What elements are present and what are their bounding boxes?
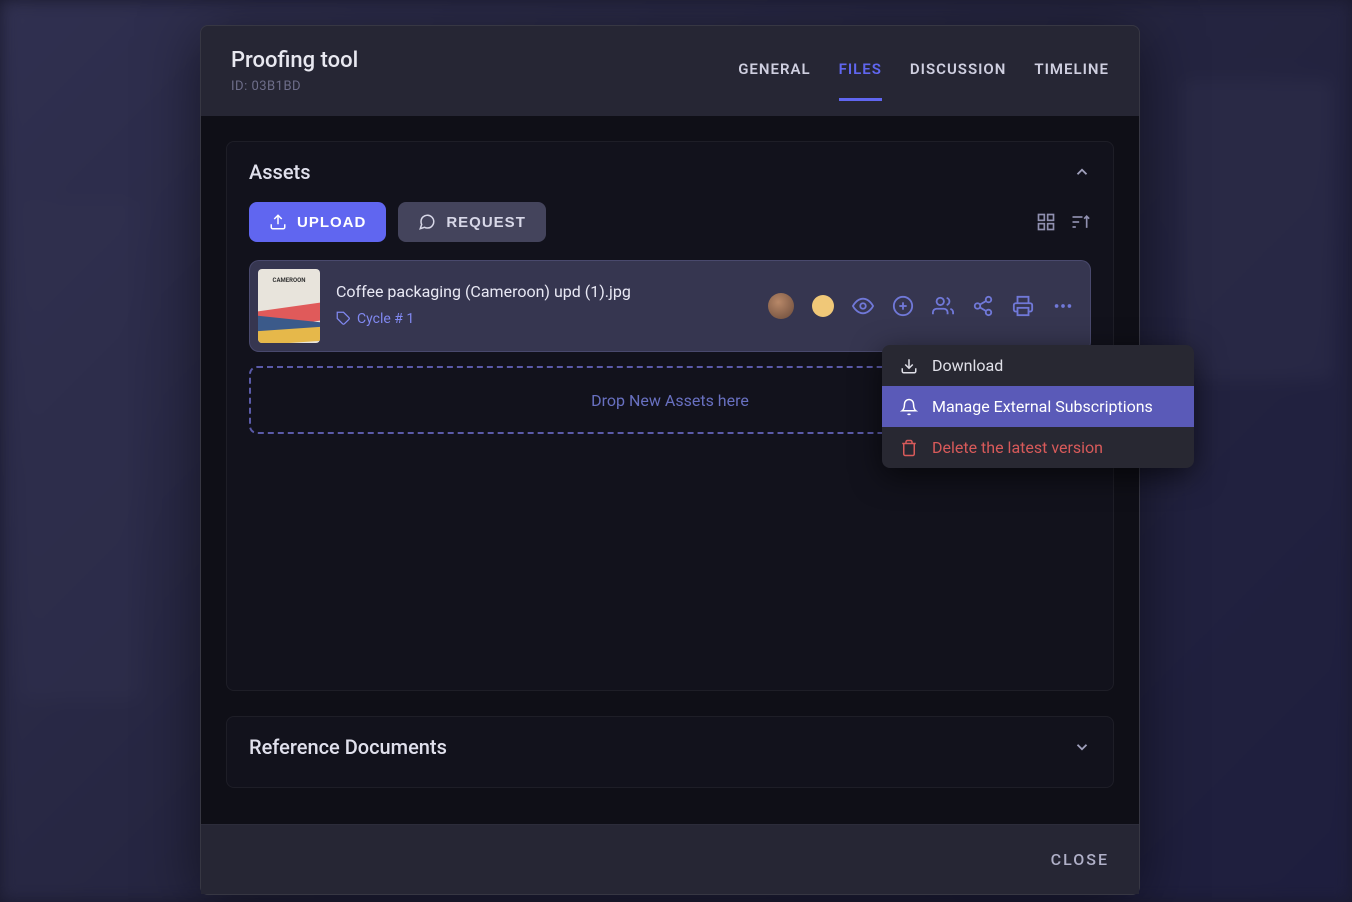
share-icon[interactable] bbox=[972, 295, 994, 317]
trash-icon bbox=[900, 439, 918, 457]
sort-icon bbox=[1070, 212, 1090, 232]
add-icon[interactable] bbox=[892, 295, 914, 317]
thumb-label: CAMEROON bbox=[258, 277, 320, 284]
sort-button[interactable] bbox=[1069, 211, 1091, 233]
asset-meta: Coffee packaging (Cameroon) upd (1).jpg … bbox=[336, 282, 752, 331]
reference-section: Reference Documents bbox=[226, 716, 1114, 788]
more-icon[interactable] bbox=[1052, 295, 1074, 317]
request-label: REQUEST bbox=[446, 214, 526, 231]
tag-icon bbox=[336, 311, 351, 326]
message-icon bbox=[418, 213, 436, 231]
tab-bar: GENERAL FILES DISCUSSION TIMELINE bbox=[738, 60, 1109, 101]
status-indicator[interactable] bbox=[812, 295, 834, 317]
menu-delete-label: Delete the latest version bbox=[932, 438, 1103, 457]
modal-id: ID: 03B1BD bbox=[231, 79, 358, 94]
tab-timeline[interactable]: TIMELINE bbox=[1034, 60, 1109, 101]
asset-item[interactable]: CAMEROON Coffee packaging (Cameroon) upd… bbox=[249, 260, 1091, 352]
bell-icon bbox=[900, 398, 918, 416]
view-icon[interactable] bbox=[852, 295, 874, 317]
asset-cycle: Cycle # 1 bbox=[336, 311, 414, 327]
upload-label: UPLOAD bbox=[297, 214, 366, 231]
reference-header[interactable]: Reference Documents bbox=[227, 717, 1113, 777]
upload-icon bbox=[269, 213, 287, 231]
request-button[interactable]: REQUEST bbox=[398, 202, 546, 242]
users-icon[interactable] bbox=[932, 295, 954, 317]
menu-manage-label: Manage External Subscriptions bbox=[932, 397, 1153, 416]
user-avatar[interactable] bbox=[768, 293, 794, 319]
dropzone-text: Drop New Assets here bbox=[591, 391, 749, 410]
asset-context-menu: Download Manage External Subscriptions D… bbox=[882, 345, 1194, 468]
tab-general[interactable]: GENERAL bbox=[738, 60, 810, 101]
print-icon[interactable] bbox=[1012, 295, 1034, 317]
chevron-down-icon bbox=[1073, 738, 1091, 756]
reference-title: Reference Documents bbox=[249, 735, 447, 759]
tab-files[interactable]: FILES bbox=[839, 60, 882, 101]
menu-delete-version[interactable]: Delete the latest version bbox=[882, 427, 1194, 468]
menu-download[interactable]: Download bbox=[882, 345, 1194, 386]
asset-filename: Coffee packaging (Cameroon) upd (1).jpg bbox=[336, 282, 752, 301]
upload-button[interactable]: UPLOAD bbox=[249, 202, 386, 242]
assets-title: Assets bbox=[249, 160, 311, 184]
assets-actions: UPLOAD REQUEST bbox=[249, 202, 1091, 242]
tab-discussion[interactable]: DISCUSSION bbox=[910, 60, 1006, 101]
grid-view-button[interactable] bbox=[1035, 211, 1057, 233]
cycle-label: Cycle # 1 bbox=[357, 311, 414, 327]
chevron-up-icon bbox=[1073, 163, 1091, 181]
modal-header: Proofing tool ID: 03B1BD GENERAL FILES D… bbox=[201, 26, 1139, 116]
grid-icon bbox=[1036, 212, 1056, 232]
menu-download-label: Download bbox=[932, 356, 1003, 375]
asset-thumbnail: CAMEROON bbox=[258, 269, 320, 343]
download-icon bbox=[900, 357, 918, 375]
modal-footer: CLOSE bbox=[201, 824, 1139, 894]
asset-actions bbox=[768, 293, 1082, 319]
modal-body: Assets UPLOAD REQUEST bbox=[201, 116, 1139, 824]
modal-title: Proofing tool bbox=[231, 48, 358, 73]
close-button[interactable]: CLOSE bbox=[1051, 850, 1109, 869]
assets-header[interactable]: Assets bbox=[227, 142, 1113, 202]
title-block: Proofing tool ID: 03B1BD bbox=[231, 48, 358, 94]
menu-manage-subscriptions[interactable]: Manage External Subscriptions bbox=[882, 386, 1194, 427]
